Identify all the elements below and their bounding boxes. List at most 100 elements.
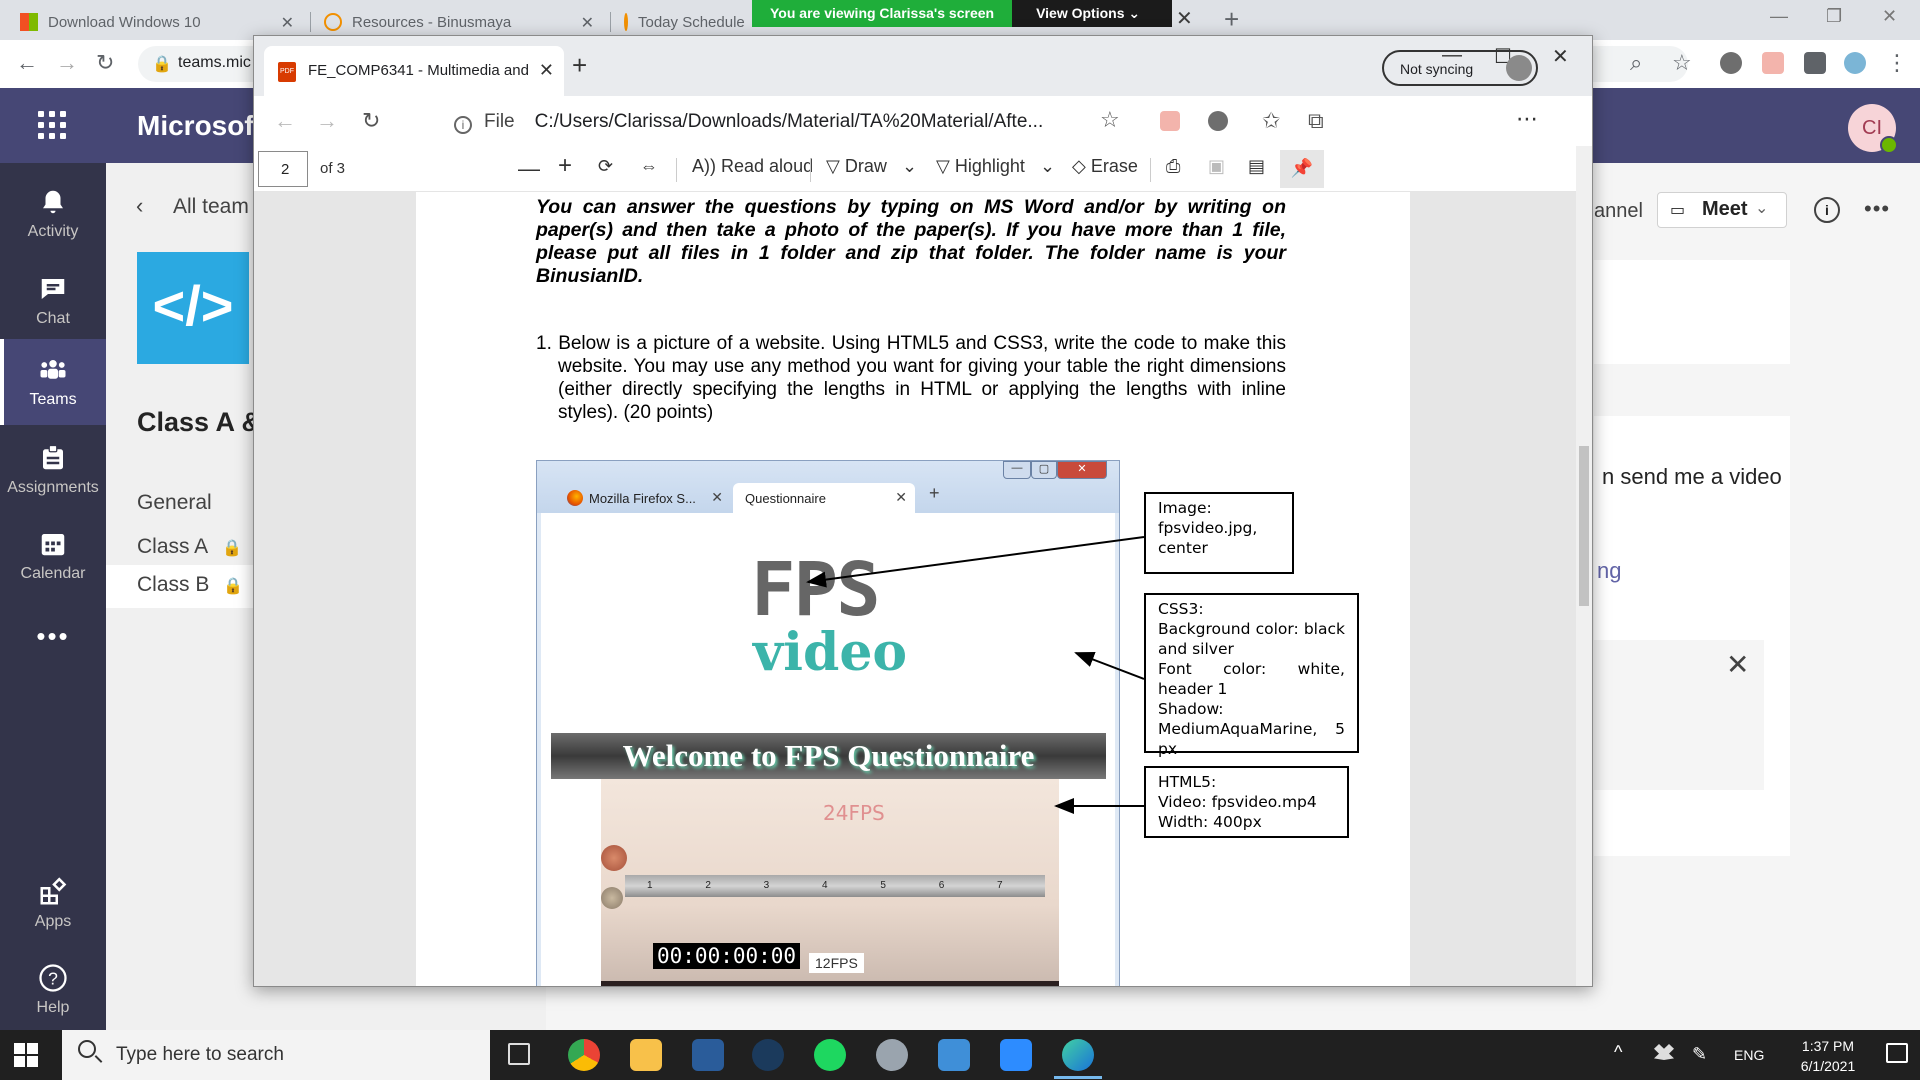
chevron-down-icon[interactable]: ⌄ (1755, 198, 1768, 218)
more-options-icon[interactable]: ••• (1864, 196, 1890, 222)
rail-item-help[interactable]: ? Help (0, 947, 106, 1033)
chevron-down-icon[interactable]: ⌄ (1040, 156, 1055, 177)
eraser-icon: ◇ (1072, 156, 1086, 176)
highlight-button[interactable]: ▽ Highlight (936, 156, 1025, 177)
print-icon[interactable]: ⎙ (1166, 156, 1180, 177)
app-icon[interactable] (876, 1039, 908, 1071)
post-link[interactable]: ng (1597, 558, 1621, 584)
back-arrow-icon[interactable]: ← (16, 50, 38, 76)
close-window-icon[interactable]: ✕ (1882, 6, 1897, 27)
page-number-input[interactable]: 2 (258, 151, 308, 187)
language-indicator[interactable]: ENG (1734, 1047, 1764, 1063)
chrome-icon[interactable] (568, 1039, 600, 1071)
edge-address-bar[interactable]: i File C:/Users/Clarissa/Downloads/Materia… (434, 104, 1134, 140)
info-icon[interactable]: i (1814, 197, 1840, 223)
favorite-star-icon[interactable]: ☆ (1100, 107, 1120, 133)
draw-button[interactable]: ▽ Draw (826, 156, 887, 177)
clock[interactable]: 1:37 PM 6/1/2021 (1784, 1036, 1872, 1076)
reload-icon[interactable]: ↻ (96, 50, 114, 76)
app-launcher-icon[interactable] (38, 111, 66, 139)
chevron-down-icon: ⌄ (1128, 5, 1141, 21)
zoom-icon[interactable] (1000, 1039, 1032, 1071)
tab-channel[interactable]: annel (1594, 200, 1643, 223)
back-arrow-icon[interactable]: ← (274, 108, 296, 134)
screenshot-tab: Questionnaire ✕ (733, 483, 915, 513)
extension-icon[interactable] (1208, 111, 1228, 131)
rail-item-apps[interactable]: Apps (0, 861, 106, 947)
pdf-scrollbar-thumb[interactable] (1579, 446, 1589, 606)
restore-icon[interactable]: ❐ (1826, 6, 1842, 27)
file-path: C:/Users/Clarissa/Downloads/Material/TA%… (534, 111, 1044, 132)
avatar[interactable]: CI (1848, 104, 1898, 154)
pen-icon[interactable]: ✎ (1692, 1044, 1707, 1065)
binusmaya-icon (324, 13, 342, 31)
steam-icon[interactable] (752, 1039, 784, 1071)
zoom-icon[interactable]: ⌕ (1630, 50, 1642, 76)
forward-arrow-icon[interactable]: → (316, 108, 338, 134)
close-tab-icon[interactable]: ✕ (539, 60, 554, 81)
refresh-icon[interactable]: ↻ (362, 108, 380, 134)
close-icon[interactable]: ✕ (1726, 648, 1749, 681)
rail-item-chat[interactable]: Chat (0, 258, 106, 344)
new-tab-icon[interactable]: + (1224, 4, 1239, 35)
close-tab-icon[interactable]: ✕ (581, 13, 594, 33)
spotify-icon[interactable] (814, 1039, 846, 1071)
collections-icon[interactable]: ⧉ (1308, 108, 1324, 134)
read-aloud-button[interactable]: A)) Read aloud (692, 156, 813, 177)
windows-start-icon[interactable] (14, 1043, 38, 1067)
chevron-left-icon[interactable]: ‹ (136, 193, 143, 219)
close-icon[interactable]: ✕ (1176, 6, 1193, 31)
save-icon[interactable]: ▣ (1208, 156, 1225, 177)
viewing-screen-label: You are viewing Clarissa's screen (752, 0, 1013, 27)
chevron-down-icon[interactable]: ⌄ (902, 156, 917, 177)
team-logo-code-icon: </> (137, 252, 249, 364)
puzzle-icon[interactable] (1804, 52, 1826, 74)
task-view-icon[interactable] (508, 1043, 530, 1065)
not-syncing-button[interactable]: Not syncing (1382, 50, 1538, 86)
question-1: 1. Below is a picture of a website. Usin… (536, 333, 1286, 423)
rail-item-teams[interactable]: Teams (0, 339, 106, 425)
profile-icon[interactable] (1844, 52, 1866, 74)
pdf-viewport[interactable]: You can answer the questions by typing o… (254, 192, 1576, 986)
rail-item-calendar[interactable]: Calendar (0, 513, 106, 599)
rail-item-activity[interactable]: Activity (0, 171, 106, 257)
erase-button[interactable]: ◇ Erase (1072, 156, 1138, 177)
close-window-icon[interactable]: ✕ (1552, 44, 1569, 69)
extension-icon[interactable] (1720, 52, 1742, 74)
toolbar-divider (810, 158, 811, 182)
edge-pdf-window: PDF FE_COMP6341 - Multimedia and ✕ + — ☐… (253, 35, 1593, 987)
zoom-out-icon[interactable]: — (518, 156, 540, 182)
extension-icon[interactable] (1160, 111, 1180, 131)
save-as-icon[interactable]: ▤ (1248, 156, 1265, 177)
app-icon[interactable] (692, 1039, 724, 1071)
new-tab-icon[interactable]: + (572, 50, 587, 81)
show-hidden-icons-icon[interactable]: ^ (1614, 1042, 1622, 1063)
bookmark-star-icon[interactable]: ☆ (1672, 50, 1692, 76)
edge-tab[interactable]: PDF FE_COMP6341 - Multimedia and ✕ (264, 46, 564, 96)
pin-toolbar-icon[interactable]: 📌 (1280, 150, 1324, 188)
minimize-icon[interactable]: — (1770, 6, 1788, 27)
settings-more-icon[interactable]: ⋯ (1516, 106, 1538, 132)
view-options-button[interactable]: View Options ⌄ (1012, 0, 1173, 27)
taskbar-search-box[interactable]: Type here to search (62, 1030, 490, 1080)
favorites-icon[interactable]: ✩ (1262, 108, 1280, 134)
chrome-menu-icon[interactable]: ⋮ (1886, 50, 1908, 76)
more-apps-button[interactable]: ••• (0, 618, 106, 658)
fit-page-icon[interactable]: ⇔ (640, 156, 658, 177)
close-tab-icon[interactable]: ✕ (281, 13, 294, 33)
zoom-in-icon[interactable]: + (558, 152, 572, 180)
fps24-label: 24FPS (823, 801, 885, 825)
app-icon[interactable] (938, 1039, 970, 1071)
dropbox-icon[interactable] (1654, 1044, 1674, 1060)
forward-arrow-icon[interactable]: → (56, 50, 78, 76)
file-explorer-icon[interactable] (630, 1039, 662, 1071)
video-frame: 24FPS 1 2 3 4 5 6 7 8 9 10 11 12 00:00:0… (601, 779, 1059, 986)
rail-item-assignments[interactable]: Assignments (0, 427, 106, 513)
all-teams-link[interactable]: All team (173, 195, 249, 219)
notification-icon[interactable] (1886, 1043, 1908, 1063)
meet-label: Meet (1702, 198, 1748, 220)
clock-time: 1:37 PM (1801, 1038, 1855, 1054)
edge-icon[interactable] (1054, 1039, 1102, 1079)
rotate-icon[interactable]: ⟳ (598, 156, 613, 177)
extension-icon[interactable] (1762, 52, 1784, 74)
